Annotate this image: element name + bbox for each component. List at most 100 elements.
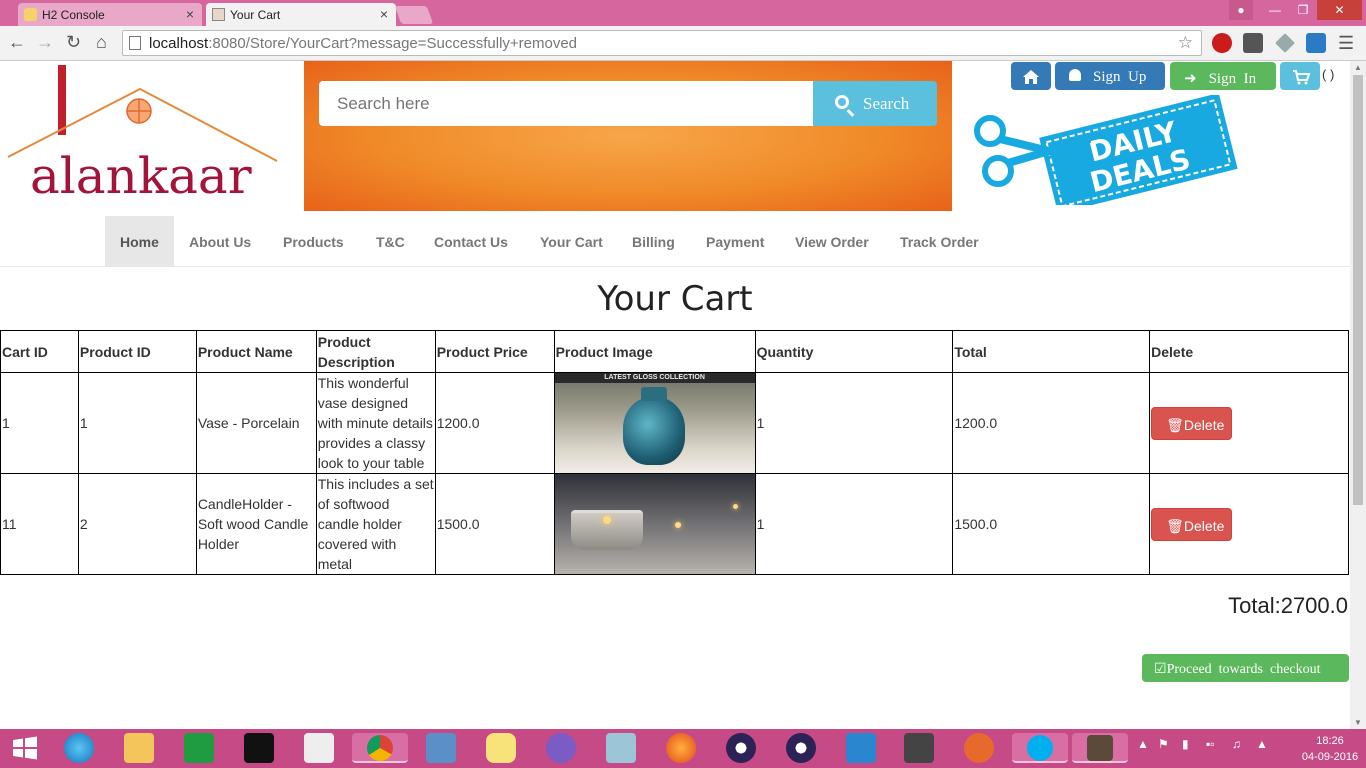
java-ee-ide-taskbar-button[interactable] bbox=[1072, 733, 1128, 763]
product-price-cell: 1500.0 bbox=[434, 473, 555, 575]
delete-button[interactable]: 🗑Delete bbox=[1151, 406, 1233, 440]
reload-icon[interactable]: ↻ bbox=[66, 32, 81, 53]
table-row: 1 1 Vase - Porcelain This wonderful vase… bbox=[0, 372, 1349, 474]
home-icon[interactable]: ⌂ bbox=[96, 32, 107, 53]
total-cell: 1200.0 bbox=[952, 372, 1151, 474]
scroll-down-icon[interactable]: ▼ bbox=[1354, 718, 1362, 727]
search-icon bbox=[835, 95, 849, 109]
nav-about-us[interactable]: About Us bbox=[189, 216, 251, 266]
cart-button[interactable] bbox=[1280, 62, 1320, 90]
close-tab-icon[interactable]: × bbox=[186, 6, 194, 22]
proceed-to-checkout-button[interactable]: ☑Proceed towards checkout bbox=[1142, 654, 1349, 682]
nav-track-order[interactable]: Track Order bbox=[900, 216, 979, 266]
shield-extension-icon[interactable] bbox=[1243, 33, 1263, 53]
nav-payment[interactable]: Payment bbox=[706, 216, 764, 266]
page-scrollbar[interactable]: ▲ ▼ bbox=[1350, 61, 1366, 729]
search-button[interactable]: Search bbox=[813, 81, 937, 126]
tab-label: Your Cart bbox=[230, 8, 281, 22]
skype-icon bbox=[1027, 735, 1053, 761]
tab-h2-console[interactable]: H2 Console × bbox=[18, 3, 202, 26]
volume-icon[interactable]: ♫ bbox=[1232, 737, 1241, 751]
github-icon[interactable] bbox=[546, 733, 576, 763]
skype-taskbar-button[interactable] bbox=[1012, 733, 1068, 763]
clock-date: 04-09-2016 bbox=[1301, 751, 1359, 763]
tool-icon[interactable] bbox=[964, 733, 994, 763]
signin-button[interactable]: ➜ Sign In bbox=[1170, 62, 1276, 90]
bookmark-star-icon[interactable]: ☆ bbox=[1178, 33, 1193, 53]
column-header: Product Description bbox=[315, 330, 436, 373]
clock-time: 18:26 bbox=[1316, 735, 1344, 747]
scroll-up-icon[interactable]: ▲ bbox=[1354, 63, 1362, 72]
daily-deals-graphic[interactable]: DAILY DEALS bbox=[970, 95, 1240, 205]
eclipse-icon[interactable] bbox=[726, 733, 756, 763]
ide-icon[interactable] bbox=[846, 733, 876, 763]
home-button[interactable] bbox=[1011, 62, 1051, 90]
database-icon bbox=[24, 8, 37, 21]
address-bar[interactable]: localhost:8080/Store/YourCart?message=Su… bbox=[122, 30, 1202, 56]
nav-contact-us[interactable]: Contact Us bbox=[434, 216, 508, 266]
menu-icon[interactable]: ☰ bbox=[1338, 33, 1358, 53]
browser-titlebar: H2 Console × Your Cart × ● — ❐ ✕ bbox=[0, 0, 1366, 26]
app-extension-icon[interactable] bbox=[1306, 33, 1326, 53]
close-window-button[interactable]: ✕ bbox=[1317, 0, 1362, 20]
forward-icon[interactable]: → bbox=[36, 32, 54, 53]
home-icon bbox=[1023, 70, 1039, 84]
column-header: Quantity bbox=[754, 330, 954, 373]
database-app-icon[interactable] bbox=[486, 733, 516, 763]
page-content: alankaar Search DAILY DEALS Sign Up ➜ Sig… bbox=[0, 61, 1350, 729]
new-tab-button[interactable] bbox=[394, 6, 434, 24]
chrome-icon bbox=[367, 735, 393, 761]
java-ee-ide-icon bbox=[1087, 735, 1113, 761]
delete-button[interactable]: 🗑Delete bbox=[1151, 507, 1233, 541]
product-name-cell: CandleHolder - Soft wood Candle Holder bbox=[195, 473, 317, 575]
profile-icon[interactable]: ● bbox=[1229, 0, 1253, 20]
candle-holder-product-image bbox=[554, 474, 755, 574]
sql-icon[interactable] bbox=[904, 733, 934, 763]
close-tab-icon[interactable]: × bbox=[380, 6, 388, 22]
page-icon bbox=[129, 36, 141, 50]
signup-button[interactable]: Sign Up bbox=[1055, 62, 1165, 90]
drive-sync-icon[interactable]: ▲ bbox=[1256, 737, 1268, 751]
column-header: Product Price bbox=[434, 330, 555, 373]
internet-explorer-icon[interactable] bbox=[64, 733, 94, 763]
search-button-label: Search bbox=[863, 94, 910, 113]
network-icon[interactable]: ▪▫ bbox=[1206, 737, 1215, 751]
nav-terms[interactable]: T&C bbox=[376, 216, 405, 266]
file-explorer-icon[interactable] bbox=[124, 733, 154, 763]
flag-icon[interactable]: ⚑ bbox=[1158, 737, 1169, 751]
system-clock[interactable]: 18:26 04-09-2016 bbox=[1300, 733, 1360, 765]
url-text[interactable]: localhost:8080/Store/YourCart?message=Su… bbox=[149, 35, 577, 52]
nav-billing[interactable]: Billing bbox=[632, 216, 675, 266]
nav-your-cart[interactable]: Your Cart bbox=[540, 216, 603, 266]
product-name-cell: Vase - Porcelain bbox=[195, 372, 317, 474]
alankaar-logo: alankaar bbox=[7, 65, 278, 205]
chrome-taskbar-button[interactable] bbox=[352, 733, 408, 763]
minimize-button[interactable]: — bbox=[1261, 0, 1289, 20]
windows-taskbar: ▲ ⚑ ▮ ▪▫ ♫ ▲ 18:26 04-09-2016 bbox=[0, 729, 1366, 768]
command-prompt-icon[interactable] bbox=[244, 733, 274, 763]
column-header: Product ID bbox=[77, 330, 197, 373]
eclipse-icon[interactable] bbox=[786, 733, 816, 763]
firefox-icon[interactable] bbox=[666, 733, 696, 763]
store-icon[interactable] bbox=[184, 733, 214, 763]
cart-id-cell: 1 bbox=[0, 372, 79, 474]
nav-home[interactable]: Home bbox=[105, 216, 174, 266]
notepad-icon[interactable] bbox=[606, 733, 636, 763]
checkout-label: Proceed towards checkout bbox=[1166, 662, 1321, 677]
show-hidden-icons[interactable]: ▲ bbox=[1137, 737, 1149, 751]
start-button[interactable] bbox=[10, 733, 40, 763]
image-caption: LATEST GLOSS COLLECTION bbox=[554, 373, 755, 383]
search-input[interactable] bbox=[319, 81, 813, 126]
back-icon[interactable]: ← bbox=[8, 32, 26, 53]
delete-cell: 🗑Delete bbox=[1149, 372, 1349, 474]
opera-extension-icon[interactable] bbox=[1212, 33, 1232, 53]
maximize-button[interactable]: ❐ bbox=[1289, 0, 1317, 20]
nav-products[interactable]: Products bbox=[283, 216, 344, 266]
windows-app-icon[interactable] bbox=[426, 733, 456, 763]
nav-view-order[interactable]: View Order bbox=[795, 216, 869, 266]
scrollbar-thumb[interactable] bbox=[1353, 75, 1363, 505]
tab-your-cart[interactable]: Your Cart × bbox=[206, 3, 396, 26]
reader-icon[interactable] bbox=[304, 733, 334, 763]
product-description-cell: This wonderful vase designed with minute… bbox=[315, 372, 436, 474]
battery-icon[interactable]: ▮ bbox=[1182, 737, 1189, 751]
